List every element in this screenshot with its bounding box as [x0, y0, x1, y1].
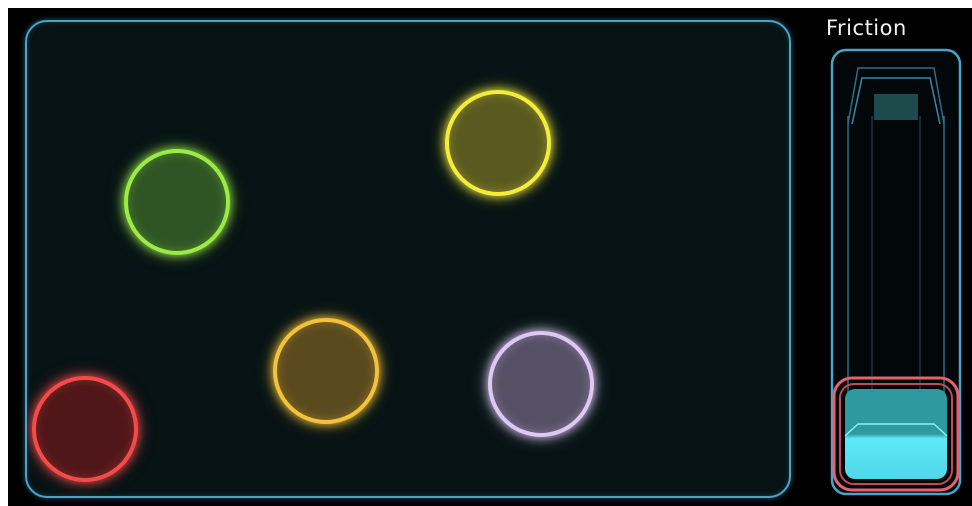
- game-arena[interactable]: [25, 20, 791, 498]
- friction-label: Friction: [826, 16, 907, 40]
- friction-slider[interactable]: [828, 46, 964, 498]
- ball-red[interactable]: [32, 376, 138, 482]
- slider-handle[interactable]: [832, 376, 960, 492]
- ball-green[interactable]: [124, 149, 230, 255]
- slider-handle-fill: [845, 389, 947, 479]
- ball-orange[interactable]: [273, 318, 379, 424]
- slider-top-block: [874, 94, 918, 120]
- ball-lavender[interactable]: [488, 331, 594, 437]
- ball-yellow[interactable]: [445, 90, 551, 196]
